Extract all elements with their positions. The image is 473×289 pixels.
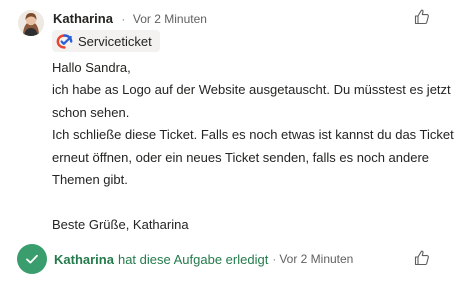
serviceticket-icon xyxy=(56,33,73,49)
comment-blank-line xyxy=(52,191,462,213)
comment-signature: Beste Grüße, Katharina xyxy=(52,216,189,232)
comment-card: Katharina · Vor 2 Minuten Serviceticket … xyxy=(0,0,473,289)
thumbs-up-icon xyxy=(414,9,429,25)
comment-timestamp: Vor 2 Minuten xyxy=(132,12,207,26)
comment-author[interactable]: Katharina xyxy=(53,11,113,26)
avatar-image xyxy=(18,10,44,36)
checkmark-icon xyxy=(26,254,38,264)
comment-header: Katharina · Vor 2 Minuten xyxy=(53,11,207,27)
serviceticket-tag[interactable]: Serviceticket xyxy=(52,30,160,52)
completed-badge xyxy=(17,244,47,274)
completion-like-button[interactable] xyxy=(413,249,431,267)
task-completed-activity: Katharina hat diese Aufgabe erledigt · V… xyxy=(17,244,353,274)
avatar[interactable] xyxy=(18,10,44,36)
comment-line: Ich schließe diese Ticket. Falls es noch… xyxy=(52,127,454,188)
like-button[interactable] xyxy=(413,8,431,26)
comment-line: ich habe as Logo auf der Website ausgeta… xyxy=(52,82,451,120)
header-separator: · xyxy=(121,12,126,26)
serviceticket-label: Serviceticket xyxy=(78,33,152,49)
thumbs-up-icon xyxy=(414,250,429,266)
completion-separator: · xyxy=(272,252,277,266)
completion-timestamp: Vor 2 Minuten xyxy=(279,252,354,266)
completion-action: hat diese Aufgabe erledigt xyxy=(117,251,269,267)
completion-author[interactable]: Katharina xyxy=(54,252,114,267)
comment-body: Hallo Sandra, ich habe as Logo auf der W… xyxy=(52,57,462,236)
comment-line: Hallo Sandra, xyxy=(52,60,131,75)
